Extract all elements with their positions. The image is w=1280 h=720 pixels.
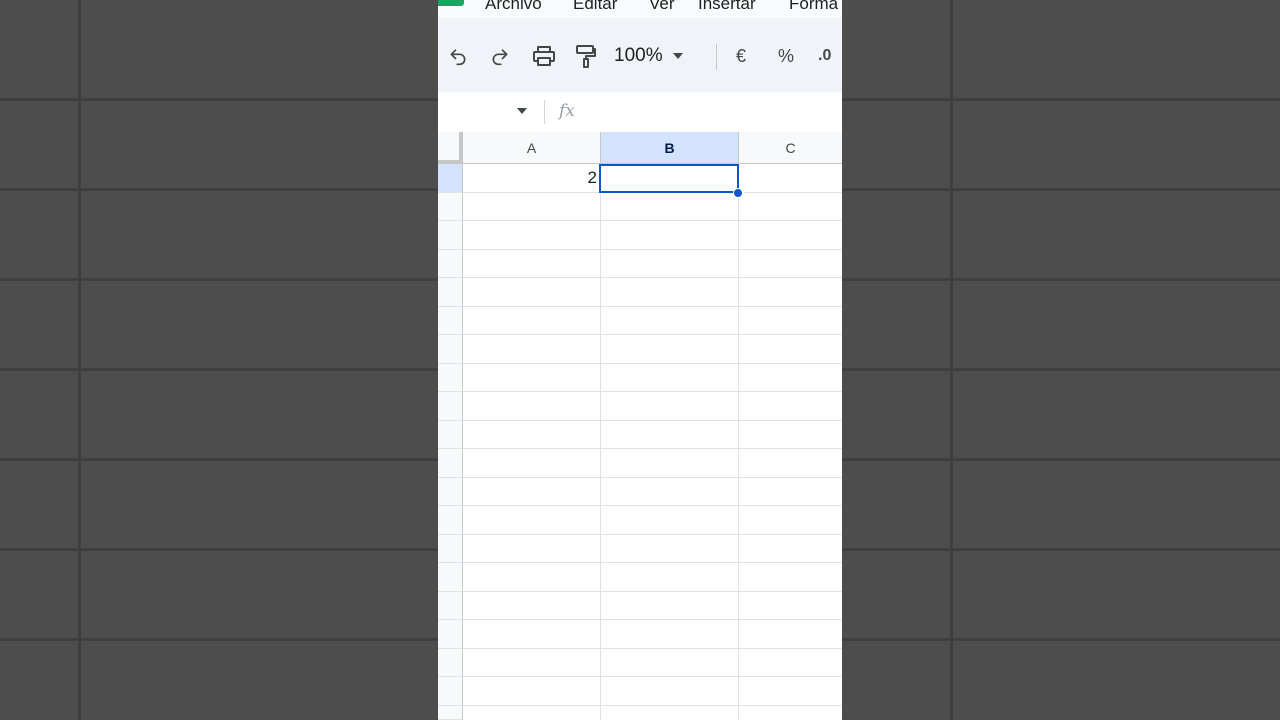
sheet-grid: A B C 2 — [438, 132, 842, 720]
menu-bar: Archivo Editar Ver Insertar Forma — [438, 0, 842, 18]
spreadsheet-app: Archivo Editar Ver Insertar Forma 100% €… — [438, 0, 842, 720]
row-header-1[interactable] — [438, 164, 463, 193]
decrease-decimal-button[interactable]: .0 — [818, 42, 831, 70]
select-all-corner[interactable] — [438, 132, 463, 164]
paint-format-button[interactable] — [574, 42, 598, 70]
row-header-14[interactable] — [438, 535, 463, 563]
redo-icon — [492, 49, 508, 66]
background-grid-right — [842, 0, 1280, 720]
row-header-18[interactable] — [438, 649, 463, 677]
row-header-10[interactable] — [438, 421, 463, 449]
formula-input[interactable] — [588, 98, 838, 126]
menu-insertar[interactable]: Insertar — [698, 0, 756, 14]
row-header-13[interactable] — [438, 506, 463, 535]
row-header-19[interactable] — [438, 677, 463, 706]
formula-bar: fx — [438, 92, 842, 132]
currency-format-button[interactable]: € — [736, 42, 746, 70]
row-header-16[interactable] — [438, 592, 463, 620]
menu-editar[interactable]: Editar — [573, 0, 617, 14]
active-cell-b1[interactable] — [599, 164, 739, 193]
cell-area[interactable]: 2 — [463, 164, 842, 720]
paint-format-icon — [576, 45, 596, 68]
row-header-2[interactable] — [438, 193, 463, 221]
percent-format-button[interactable]: % — [778, 42, 794, 70]
toolbar: 100% € % .0 — [438, 18, 842, 92]
fill-handle[interactable] — [733, 188, 743, 198]
row-header-15[interactable] — [438, 563, 463, 592]
row-header-20[interactable] — [438, 706, 463, 720]
formula-bar-divider — [544, 100, 545, 124]
row-header-8[interactable] — [438, 364, 463, 392]
row-header-3[interactable] — [438, 221, 463, 250]
print-button[interactable] — [531, 42, 557, 70]
row-header-7[interactable] — [438, 335, 463, 364]
row-header-17[interactable] — [438, 620, 463, 649]
redo-button[interactable] — [488, 42, 512, 70]
decrease-decimal-label: .0 — [818, 47, 832, 64]
menu-formato[interactable]: Forma — [789, 0, 838, 14]
row-header-12[interactable] — [438, 478, 463, 506]
sheets-logo-icon[interactable] — [438, 0, 464, 6]
menu-ver[interactable]: Ver — [649, 0, 675, 14]
cell-a1[interactable]: 2 — [463, 164, 600, 192]
zoom-value: 100% — [614, 45, 663, 66]
undo-icon — [450, 49, 466, 66]
print-icon — [533, 46, 555, 66]
zoom-select[interactable]: 100% — [614, 42, 683, 70]
menu-archivo[interactable]: Archivo — [485, 0, 542, 14]
toolbar-divider — [716, 44, 717, 70]
column-header-a[interactable]: A — [463, 132, 601, 164]
chevron-down-icon — [672, 53, 683, 59]
row-header-6[interactable] — [438, 307, 463, 335]
row-header-4[interactable] — [438, 250, 463, 278]
column-header-b[interactable]: B — [601, 132, 739, 164]
background-grid-left — [0, 0, 438, 720]
row-header-5[interactable] — [438, 278, 463, 307]
column-header-c[interactable]: C — [739, 132, 842, 164]
row-header-9[interactable] — [438, 392, 463, 421]
name-box-dropdown-icon[interactable] — [517, 108, 527, 114]
row-header-11[interactable] — [438, 449, 463, 478]
undo-button[interactable] — [446, 42, 470, 70]
fx-icon: fx — [559, 101, 575, 121]
